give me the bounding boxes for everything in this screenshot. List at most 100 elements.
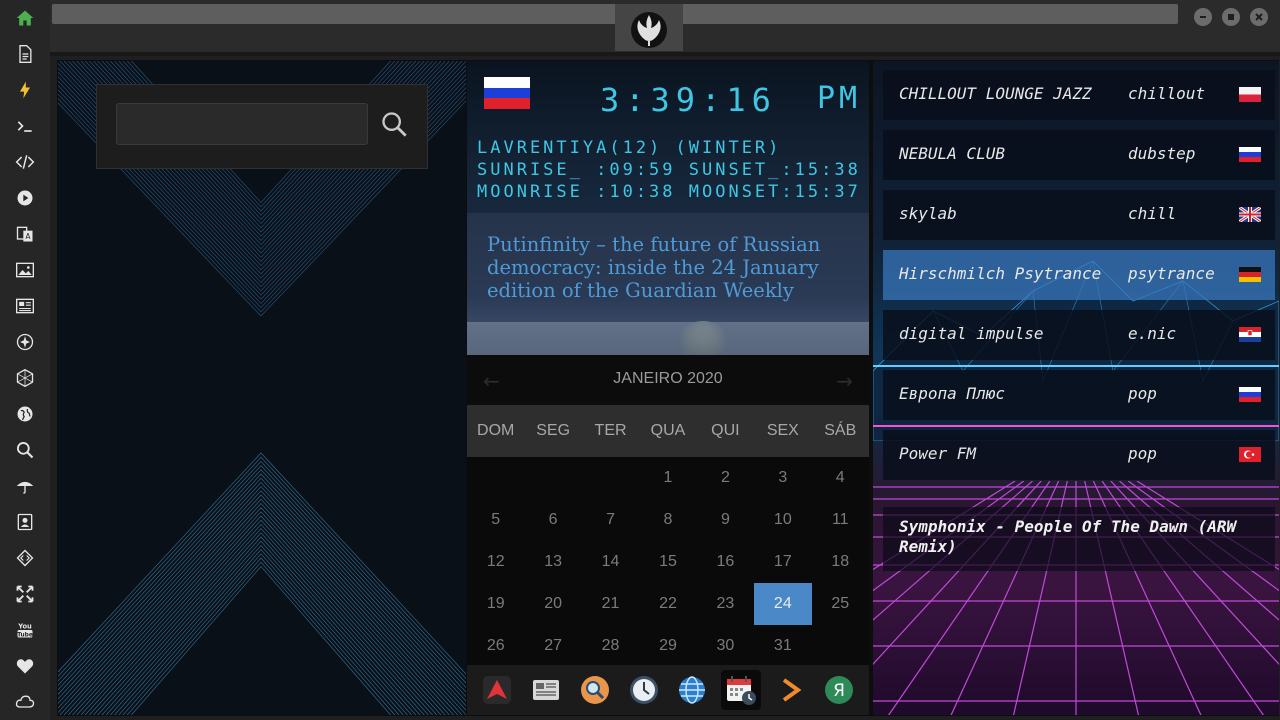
umbrella-icon[interactable]	[13, 474, 37, 498]
weekday-label: DOM	[477, 422, 515, 439]
calendar-day[interactable]: 4	[812, 457, 869, 499]
calendar-day[interactable]: 20	[524, 583, 581, 625]
calendar-next-month-button[interactable]: →	[836, 369, 853, 393]
globe-app-icon[interactable]	[672, 670, 712, 710]
news-widget[interactable]: Putinfinity – the future of Russian demo…	[467, 213, 869, 361]
moon-times: MOONRISE :10:38 MOONSET:15:37	[477, 182, 861, 202]
calendar-day[interactable]: 23	[697, 583, 754, 625]
russia-flag-icon	[1239, 147, 1261, 162]
station-item[interactable]: Power FM pop	[883, 430, 1275, 480]
calendar-header: ← JANEIRO 2020 →	[467, 355, 869, 405]
search-button[interactable]	[377, 107, 411, 141]
calendar-day[interactable]: 6	[524, 499, 581, 541]
calendar-day[interactable]: 27	[524, 625, 581, 667]
search-widget	[96, 84, 428, 169]
globe-icon[interactable]	[13, 402, 37, 426]
red-arrow-app-icon[interactable]	[477, 670, 517, 710]
code-icon[interactable]	[13, 150, 37, 174]
close-button[interactable]	[1250, 8, 1268, 26]
station-name: Европа Плюс	[899, 384, 1005, 403]
station-item[interactable]: Европа Плюс pop	[883, 370, 1275, 420]
calendar-day[interactable]: 18	[812, 541, 869, 583]
calendar-day[interactable]: 14	[582, 541, 639, 583]
calendar-day[interactable]: 31	[754, 625, 811, 667]
image-icon[interactable]	[13, 258, 37, 282]
calendar-day	[467, 457, 524, 499]
lightning-icon[interactable]	[13, 78, 37, 102]
station-item[interactable]: CHILLOUT LOUNGE JAZZ chillout	[883, 70, 1275, 120]
search-input[interactable]	[116, 103, 368, 145]
svg-text:A: A	[25, 232, 31, 241]
calendar-app-icon[interactable]	[721, 670, 762, 710]
yandex-icon[interactable]: Я	[819, 670, 859, 710]
calendar-day[interactable]: 17	[754, 541, 811, 583]
rebel-logo-tab[interactable]	[615, 4, 683, 51]
rebel-icon[interactable]	[13, 330, 37, 354]
calendar-day[interactable]: 19	[467, 583, 524, 625]
svg-text:Я: Я	[833, 681, 845, 701]
calendar-day[interactable]: 5	[467, 499, 524, 541]
calendar-day	[812, 625, 869, 667]
svg-text:You: You	[17, 622, 32, 630]
calendar-day[interactable]: 12	[467, 541, 524, 583]
calendar-day[interactable]: 7	[582, 499, 639, 541]
station-item-active[interactable]: Hirschmilch Psytrance psytrance	[883, 250, 1275, 300]
calendar-day[interactable]: 3	[754, 457, 811, 499]
calendar-day[interactable]: 16	[697, 541, 754, 583]
calendar-day[interactable]: 8	[639, 499, 696, 541]
heart-icon[interactable]	[13, 654, 37, 678]
calendar-day[interactable]: 1	[639, 457, 696, 499]
translate-icon[interactable]: A	[13, 222, 37, 246]
calendar-day-selected[interactable]: 24	[754, 583, 812, 625]
station-genre: chill	[1128, 204, 1177, 223]
diamond-code-icon[interactable]	[13, 546, 37, 570]
play-icon[interactable]	[13, 186, 37, 210]
document-icon[interactable]	[13, 42, 37, 66]
poland-flag-icon	[1239, 87, 1261, 102]
station-genre: chillout	[1128, 84, 1206, 103]
calendar-day[interactable]: 11	[812, 499, 869, 541]
calendar-weekdays: DOM SEG TER QUA QUI SEX SÁB	[467, 405, 869, 457]
minimize-button[interactable]	[1194, 8, 1212, 26]
station-genre: pop	[1128, 384, 1157, 403]
uk-flag-icon	[1239, 207, 1261, 222]
station-item[interactable]: digital impulse e.nic	[883, 310, 1275, 360]
hexagon-icon[interactable]	[13, 366, 37, 390]
newspaper-icon[interactable]	[526, 670, 566, 710]
station-item[interactable]: skylab chill	[883, 190, 1275, 240]
station-name: digital impulse	[899, 324, 1044, 343]
station-item[interactable]: NEBULA CLUB dubstep	[883, 130, 1275, 180]
calendar-day[interactable]: 10	[754, 499, 811, 541]
expand-icon[interactable]	[13, 582, 37, 606]
home-icon[interactable]	[13, 6, 37, 30]
cloud-icon[interactable]	[13, 690, 37, 714]
calendar-day[interactable]: 25	[812, 583, 869, 625]
calendar-day[interactable]: 2	[697, 457, 754, 499]
maximize-button[interactable]	[1222, 8, 1240, 26]
clock-app-icon[interactable]	[624, 670, 664, 710]
calendar-day[interactable]: 21	[582, 583, 639, 625]
news-icon[interactable]	[13, 294, 37, 318]
calendar-day[interactable]: 15	[639, 541, 696, 583]
play-arrow-icon[interactable]	[770, 670, 810, 710]
calendar-day[interactable]: 29	[639, 625, 696, 667]
contact-icon[interactable]	[13, 510, 37, 534]
calendar-day	[582, 457, 639, 499]
rebel-alliance-logo-icon	[631, 12, 667, 48]
calendar-day[interactable]: 28	[582, 625, 639, 667]
calendar-day[interactable]: 13	[524, 541, 581, 583]
now-playing-title: Symphonix - People Of The Dawn (ARW Remi…	[899, 517, 1237, 556]
search-icon[interactable]	[13, 438, 37, 462]
weekday-label: QUA	[650, 422, 686, 439]
station-genre: e.nic	[1128, 324, 1177, 343]
calendar-day[interactable]: 9	[697, 499, 754, 541]
search-app-icon[interactable]	[575, 670, 615, 710]
calendar-day[interactable]: 30	[697, 625, 754, 667]
calendar-day[interactable]: 22	[639, 583, 696, 625]
calendar-day[interactable]: 26	[467, 625, 524, 667]
news-headline[interactable]: Putinfinity – the future of Russian demo…	[487, 233, 857, 302]
youtube-icon[interactable]: You Tube	[13, 618, 37, 642]
station-name: CHILLOUT LOUNGE JAZZ	[899, 84, 1092, 103]
terminal-icon[interactable]	[13, 114, 37, 138]
station-name: Hirschmilch Psytrance	[899, 264, 1102, 283]
